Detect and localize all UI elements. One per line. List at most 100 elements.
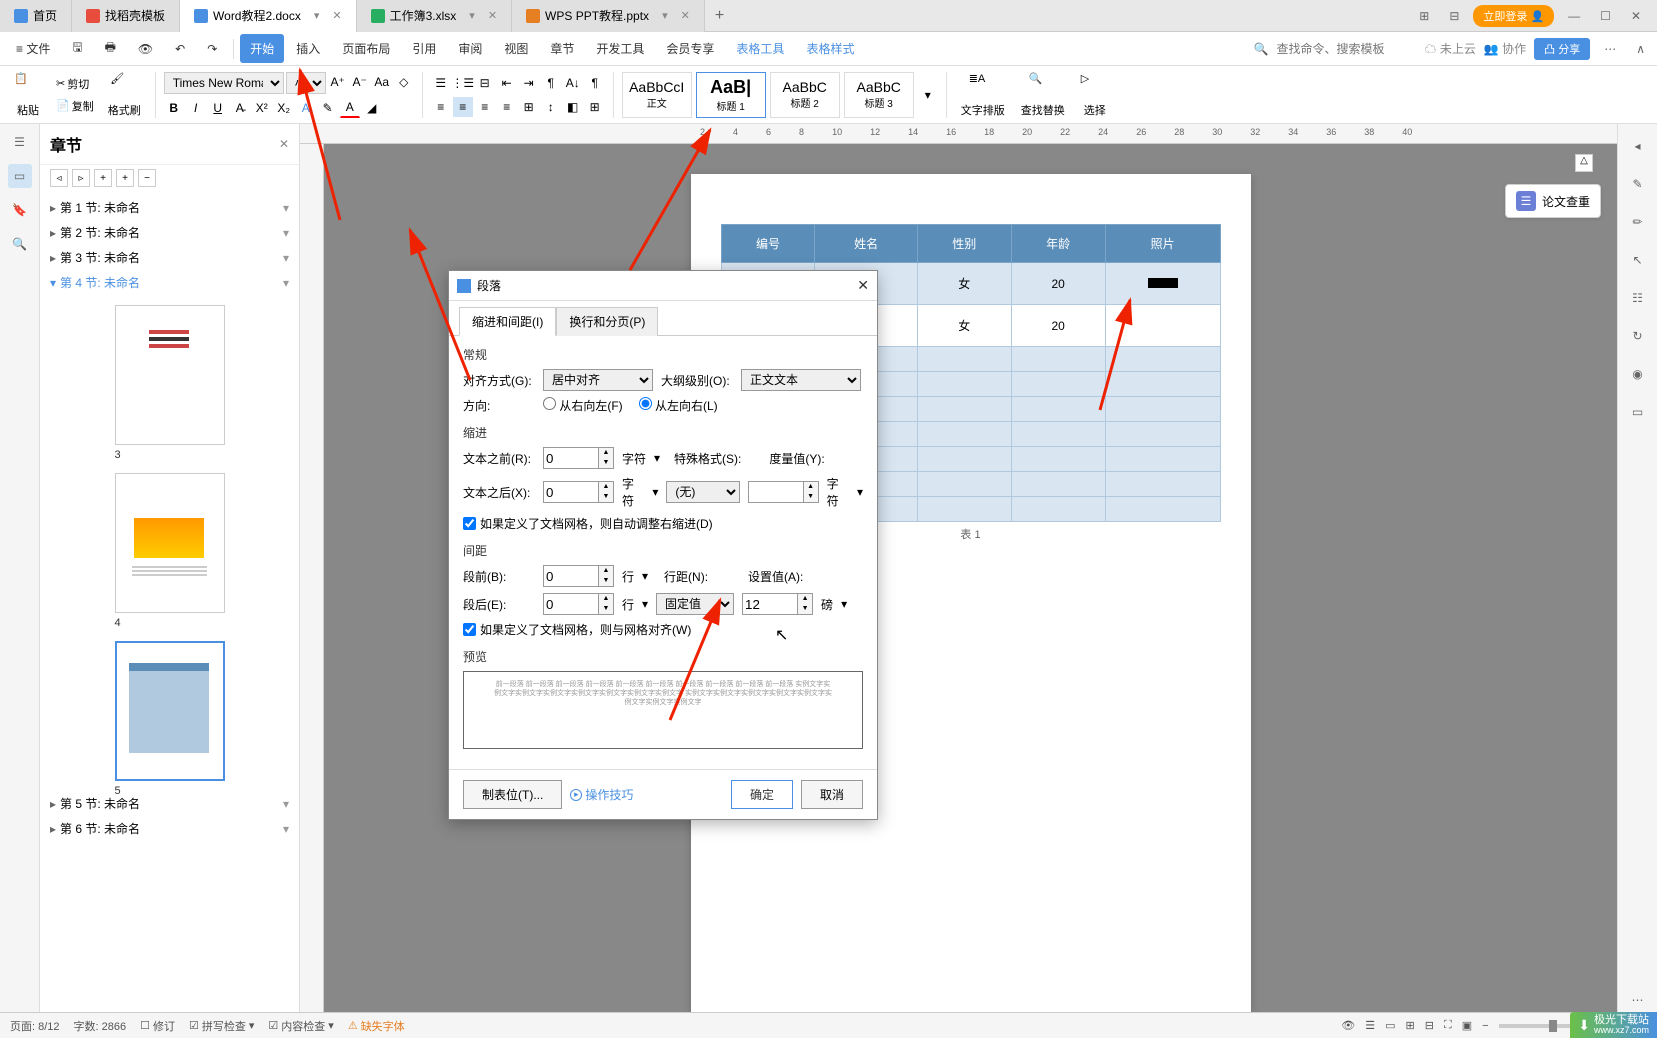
- chapter-item-active[interactable]: ▾第 4 节: 未命名▾: [40, 270, 299, 295]
- set-value-spinner[interactable]: ▲▼: [742, 593, 813, 615]
- decrease-font-button[interactable]: A⁻: [350, 72, 370, 92]
- collapse-all-icon[interactable]: ◃: [50, 169, 68, 187]
- spin-up[interactable]: ▲: [599, 482, 613, 492]
- spin-down[interactable]: ▼: [599, 604, 613, 614]
- table-cell[interactable]: [917, 347, 1011, 372]
- highlight-button[interactable]: ✎: [318, 98, 338, 118]
- close-icon[interactable]: ✕: [857, 277, 869, 294]
- word-count[interactable]: 字数: 2866: [74, 1018, 127, 1034]
- spin-down[interactable]: ▼: [804, 492, 818, 502]
- menu-start[interactable]: 开始: [240, 34, 284, 63]
- qat-redo[interactable]: ↷: [197, 36, 227, 62]
- style-heading2[interactable]: AaBbC标题 2: [770, 72, 840, 118]
- decrease-indent-button[interactable]: ⇤: [497, 73, 517, 93]
- collapse-icon[interactable]: ∧: [1630, 38, 1651, 60]
- table-cell[interactable]: 女: [917, 263, 1011, 305]
- qat-save[interactable]: 🖫: [62, 32, 92, 65]
- menu-pagelayout[interactable]: 页面布局: [332, 34, 400, 63]
- shading-button[interactable]: ◢: [362, 98, 382, 118]
- rtl-radio[interactable]: 从右向左(F): [543, 397, 623, 414]
- refresh-icon[interactable]: ↻: [1626, 324, 1650, 348]
- missing-font-warning[interactable]: ⚠ 缺失字体: [348, 1018, 405, 1034]
- table-cell[interactable]: [1105, 263, 1220, 305]
- toolbox-toggle[interactable]: △: [1575, 154, 1593, 172]
- close-icon[interactable]: ✕: [279, 137, 289, 151]
- outline-layout-icon[interactable]: ⊟: [1425, 1019, 1434, 1032]
- expand-all-icon[interactable]: ▹: [72, 169, 90, 187]
- tab-dropdown[interactable]: ▾: [662, 9, 668, 22]
- cancel-button[interactable]: 取消: [801, 780, 863, 809]
- after-para-spinner[interactable]: ▲▼: [543, 593, 614, 615]
- spin-up[interactable]: ▲: [599, 594, 613, 604]
- tab-home[interactable]: 首页: [0, 0, 72, 32]
- style-icon[interactable]: ✎: [1626, 172, 1650, 196]
- sort-button[interactable]: A↓: [563, 73, 583, 93]
- zoom-out-button[interactable]: −: [1482, 1020, 1488, 1032]
- qat-print[interactable]: 🖶: [95, 32, 126, 65]
- location-icon[interactable]: ◉: [1626, 362, 1650, 386]
- view-icon[interactable]: 👁: [1341, 1019, 1355, 1032]
- fill-color-button[interactable]: ◧: [563, 97, 583, 117]
- table-cell[interactable]: [1105, 347, 1220, 372]
- chapter-item[interactable]: ▸第 5 节: 未命名▾: [40, 791, 299, 816]
- add-after-icon[interactable]: +: [116, 169, 134, 187]
- more-icon[interactable]: ▾: [283, 822, 289, 836]
- more-icon[interactable]: ⋯: [1598, 38, 1622, 60]
- line-spacing-select[interactable]: 固定值: [656, 593, 734, 615]
- maximize-button[interactable]: ☐: [1594, 5, 1617, 27]
- page-status[interactable]: 页面: 8/12: [10, 1018, 60, 1034]
- font-size-select[interactable]: 小四: [286, 72, 326, 94]
- after-text-spinner[interactable]: ▲▼: [543, 481, 614, 503]
- tab-word[interactable]: Word教程2.docx▾✕: [180, 0, 357, 32]
- table-cell[interactable]: [1105, 397, 1220, 422]
- line-spacing-button[interactable]: ↕: [541, 97, 561, 117]
- page-layout-icon[interactable]: ▭: [1385, 1019, 1395, 1032]
- chapter-item[interactable]: ▸第 6 节: 未命名▾: [40, 816, 299, 841]
- table-cell[interactable]: [1105, 422, 1220, 447]
- tab-indent-spacing[interactable]: 缩进和间距(I): [459, 307, 556, 336]
- delete-icon[interactable]: −: [138, 169, 156, 187]
- increase-indent-button[interactable]: ⇥: [519, 73, 539, 93]
- fullscreen-icon[interactable]: ⛶: [1444, 1019, 1452, 1032]
- pencil-icon[interactable]: ✏: [1626, 210, 1650, 234]
- add-before-icon[interactable]: +: [94, 169, 112, 187]
- special-format-select[interactable]: (无): [666, 481, 739, 503]
- close-icon[interactable]: ✕: [681, 9, 690, 22]
- spin-up[interactable]: ▲: [798, 594, 812, 604]
- close-button[interactable]: ✕: [1625, 5, 1647, 27]
- align-right-button[interactable]: ≡: [475, 97, 495, 117]
- chapter-item[interactable]: ▸第 3 节: 未命名▾: [40, 245, 299, 270]
- tab-line-page-break[interactable]: 换行和分页(P): [556, 307, 658, 336]
- tab-dropdown[interactable]: ▾: [469, 9, 475, 22]
- format-painter-button[interactable]: 🖌格式刷: [102, 68, 147, 122]
- font-family-select[interactable]: Times New Roma: [164, 72, 284, 94]
- clear-format-button[interactable]: ◇: [394, 72, 414, 92]
- table-cell[interactable]: [917, 422, 1011, 447]
- table-cell[interactable]: 女: [917, 305, 1011, 347]
- spellcheck-toggle[interactable]: ☑ 拼写检查 ▾: [189, 1018, 254, 1034]
- more-icon[interactable]: ▾: [283, 226, 289, 240]
- layers-icon[interactable]: ☷: [1626, 286, 1650, 310]
- style-normal[interactable]: AaBbCcI正文: [622, 72, 692, 118]
- text-layout-button[interactable]: ≣A文字排版: [955, 68, 1011, 122]
- before-para-spinner[interactable]: ▲▼: [543, 565, 614, 587]
- menu-review[interactable]: 审阅: [448, 34, 492, 63]
- table-cell[interactable]: 20: [1011, 305, 1105, 347]
- menu-tabletool[interactable]: 表格工具: [726, 34, 794, 63]
- vertical-ruler[interactable]: [300, 144, 324, 1012]
- border-button[interactable]: ⊞: [585, 97, 605, 117]
- spin-up[interactable]: ▲: [804, 482, 818, 492]
- menu-section[interactable]: 章节: [540, 34, 584, 63]
- number-list-button[interactable]: ⋮☰: [453, 73, 473, 93]
- read-layout-icon[interactable]: ☰: [1365, 1019, 1375, 1032]
- superscript-button[interactable]: X²: [252, 98, 272, 118]
- table-cell[interactable]: [1011, 497, 1105, 522]
- presentation-icon[interactable]: ▭: [1626, 400, 1650, 424]
- multilevel-list-button[interactable]: ⊟: [475, 73, 495, 93]
- tab-ppt[interactable]: WPS PPT教程.pptx▾✕: [512, 0, 705, 32]
- menu-file[interactable]: ≡ 文件: [6, 34, 60, 63]
- menu-view[interactable]: 视图: [494, 34, 538, 63]
- contentcheck-toggle[interactable]: ☑ 内容检查 ▾: [268, 1018, 333, 1034]
- alignment-select[interactable]: 居中对齐: [543, 369, 653, 391]
- underline-button[interactable]: U: [208, 98, 228, 118]
